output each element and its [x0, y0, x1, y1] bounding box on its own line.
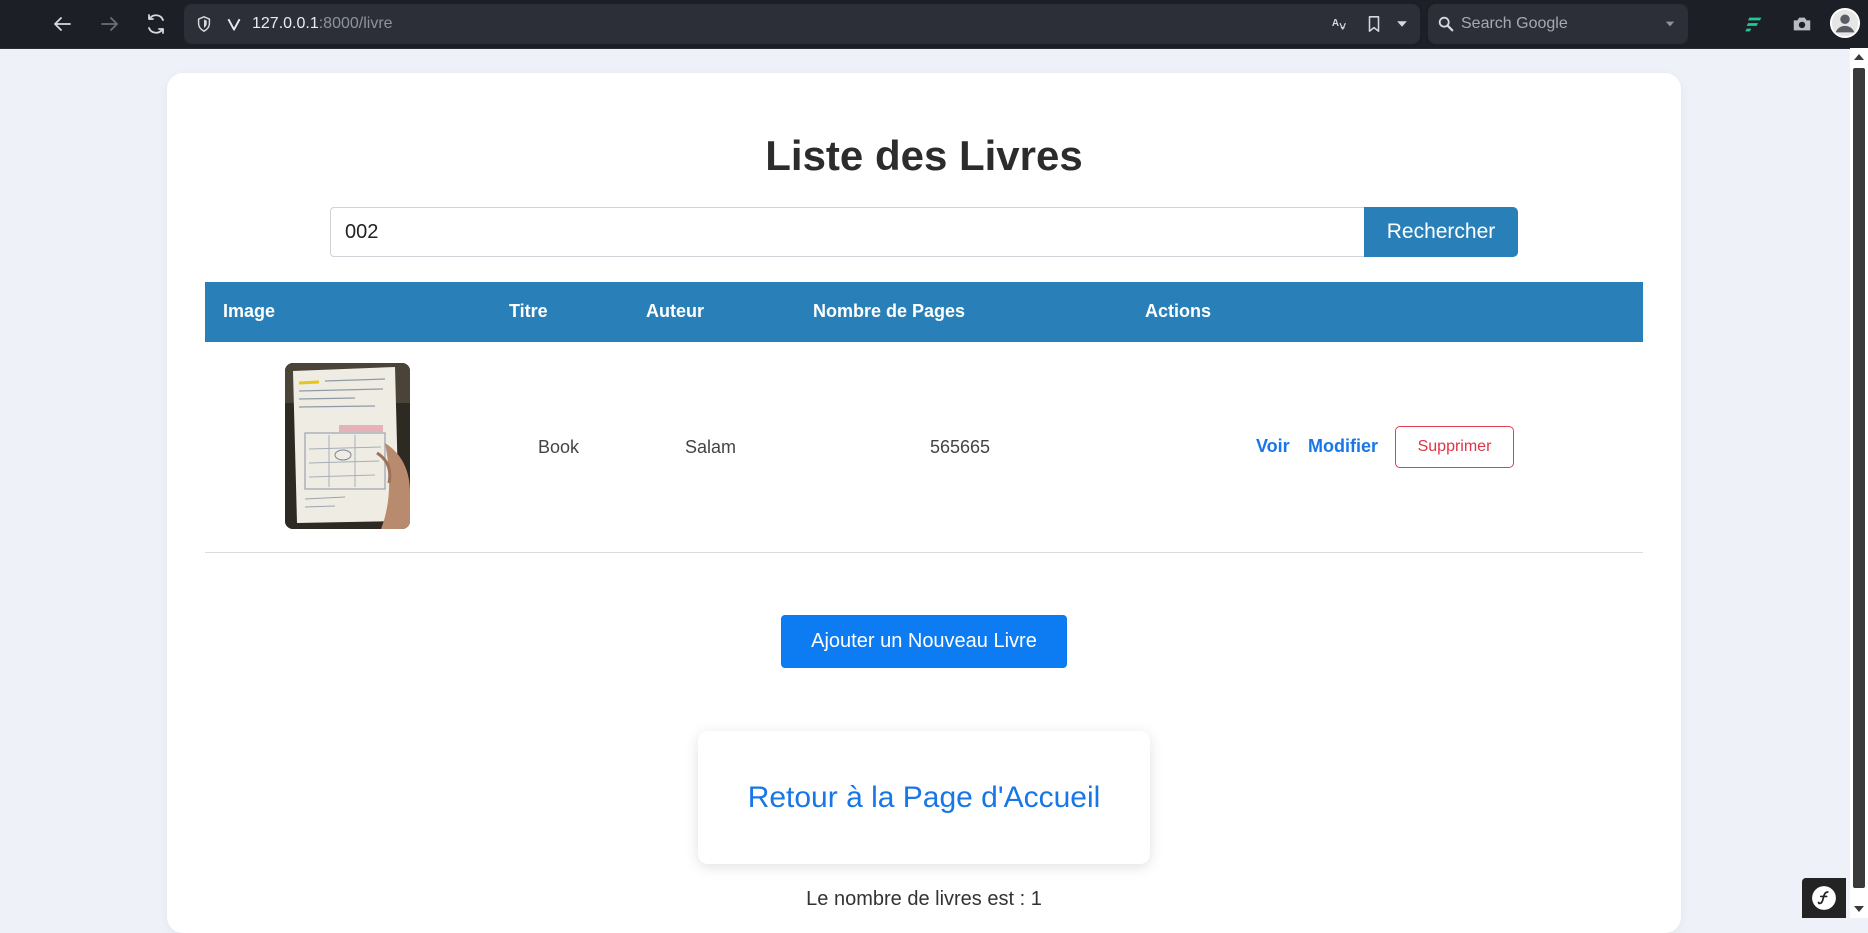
- svg-text:A: A: [1332, 18, 1339, 29]
- cell-auteur: Salam: [685, 437, 737, 457]
- header-actions: Actions: [1145, 301, 1212, 321]
- search-input[interactable]: [330, 207, 1364, 257]
- add-book-button[interactable]: Ajouter un Nouveau Livre: [781, 615, 1067, 668]
- bookmark-icon[interactable]: [1364, 14, 1384, 34]
- scroll-thumb[interactable]: [1853, 68, 1865, 888]
- page-title: Liste des Livres: [765, 132, 1083, 179]
- address-bar[interactable]: 127.0.0.1:8000/livre A: [184, 4, 1420, 44]
- back-icon[interactable]: [46, 8, 78, 40]
- vivaldi-icon: [224, 14, 244, 34]
- cell-nombre-de-pages: 565665: [930, 437, 991, 457]
- books-table: Image Titre Auteur Nombre de Pages Actio…: [205, 282, 1643, 553]
- cell-titre: Book: [538, 437, 580, 457]
- symfony-toolbar-icon[interactable]: [1802, 878, 1846, 918]
- search-icon: [1436, 14, 1456, 34]
- table-row: Book Salam 565665 Voir Modifier Supprime…: [205, 342, 1643, 553]
- search-engine-dropdown-icon[interactable]: [1660, 14, 1680, 34]
- web-search-box[interactable]: Search Google: [1428, 4, 1688, 44]
- url-host: 127.0.0.1: [252, 15, 319, 32]
- voir-link[interactable]: Voir: [1256, 342, 1290, 550]
- header-image: Image: [223, 301, 276, 321]
- page-scrollbar[interactable]: [1850, 48, 1868, 918]
- shield-icon[interactable]: [194, 14, 214, 34]
- scroll-up-icon[interactable]: [1854, 54, 1864, 60]
- header-titre: Titre: [509, 301, 548, 321]
- forward-icon[interactable]: [94, 8, 126, 40]
- translate-icon[interactable]: A: [1330, 14, 1350, 34]
- supprimer-button[interactable]: Supprimer: [1395, 426, 1514, 468]
- book-count-text: Le nombre de livres est : 1: [806, 888, 1042, 910]
- header-auteur: Auteur: [646, 301, 704, 321]
- camera-icon[interactable]: [1790, 12, 1814, 36]
- url-text[interactable]: 127.0.0.1:8000/livre: [252, 4, 393, 44]
- home-link[interactable]: Retour à la Page d'Accueil: [748, 781, 1101, 815]
- extension-icon[interactable]: [1742, 12, 1766, 36]
- table-header: Image Titre Auteur Nombre de Pages Actio…: [205, 282, 1643, 342]
- reload-icon[interactable]: [140, 8, 172, 40]
- search-form: Rechercher: [330, 207, 1518, 257]
- browser-toolbar: 127.0.0.1:8000/livre A Search Google: [0, 0, 1868, 49]
- search-button[interactable]: Rechercher: [1364, 207, 1518, 257]
- url-path: :8000/livre: [318, 15, 393, 32]
- scroll-down-icon[interactable]: [1854, 906, 1864, 912]
- home-link-card: Retour à la Page d'Accueil: [698, 731, 1150, 864]
- book-cover-image: [285, 363, 410, 529]
- modifier-link[interactable]: Modifier: [1308, 342, 1378, 550]
- header-nombre-de-pages: Nombre de Pages: [813, 301, 966, 321]
- dropdown-icon[interactable]: [1392, 14, 1412, 34]
- search-placeholder: Search Google: [1461, 15, 1568, 32]
- avatar-icon[interactable]: [1828, 6, 1862, 40]
